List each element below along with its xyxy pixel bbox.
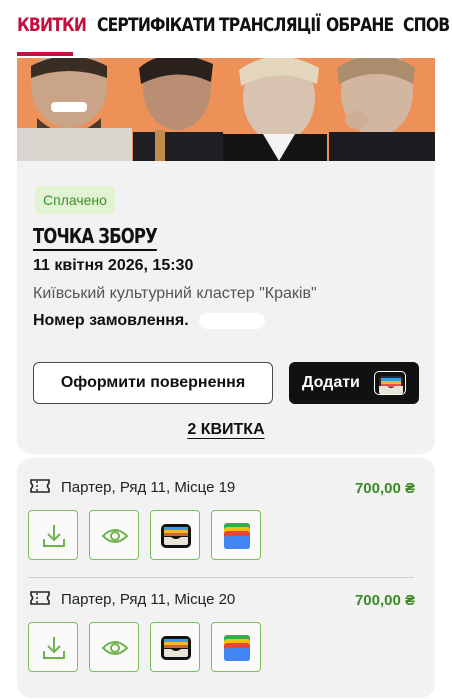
event-card: Сплачено ТОЧКА ЗБОРУ 11 квітня 2026, 15:… <box>17 58 435 454</box>
event-title[interactable]: ТОЧКА ЗБОРУ <box>33 224 158 251</box>
event-venue: Київський культурний кластер "Краків" <box>33 285 317 302</box>
apple-wallet-icon <box>374 371 406 395</box>
download-icon <box>43 525 65 547</box>
tickets-list: Партер, Ряд 11, Місце 19 700,00 ₴ Партер… <box>17 458 435 698</box>
apple-wallet-button[interactable] <box>150 510 200 560</box>
active-tab-indicator <box>17 52 73 56</box>
google-wallet-button[interactable] <box>211 510 261 560</box>
ticket-row: Партер, Ряд 11, Місце 20 700,00 ₴ <box>17 570 435 680</box>
tab-certificates[interactable]: СЕРТИФІКАТИ <box>97 14 216 36</box>
eye-icon <box>101 641 129 655</box>
ticket-price: 700,00 ₴ <box>354 592 415 609</box>
return-request-button[interactable]: Оформити повернення <box>33 362 273 404</box>
tab-bar: КВИТКИ СЕРТИФІКАТИ ТРАНСЛЯЦІЇ ОБРАНЕ СПО… <box>0 0 452 58</box>
download-ticket-button[interactable] <box>28 510 78 560</box>
ticket-icon <box>29 478 51 494</box>
apple-wallet-icon <box>161 636 191 660</box>
tab-notifications[interactable]: СПОВ <box>403 14 450 36</box>
ticket-price: 700,00 ₴ <box>354 480 415 497</box>
tickets-count-toggle[interactable]: 2 КВИТКА <box>17 421 435 439</box>
eye-icon <box>101 529 129 543</box>
ticket-seat: Партер, Ряд 11, Місце 20 <box>61 591 236 608</box>
ticket-row: Партер, Ряд 11, Місце 19 700,00 ₴ <box>17 458 435 568</box>
google-wallet-icon <box>224 523 250 549</box>
google-wallet-button[interactable] <box>211 622 261 672</box>
add-to-wallet-label: Додати <box>302 374 360 391</box>
download-ticket-button[interactable] <box>28 622 78 672</box>
apple-wallet-icon <box>161 524 191 548</box>
card-perforation <box>17 456 435 458</box>
order-number-redacted <box>199 313 265 329</box>
apple-wallet-button[interactable] <box>150 622 200 672</box>
add-to-wallet-button[interactable]: Додати <box>289 362 419 404</box>
download-icon <box>43 637 65 659</box>
google-wallet-icon <box>224 635 250 661</box>
ticket-icon <box>29 590 51 606</box>
order-number-label: Номер замовлення. <box>33 312 189 329</box>
view-ticket-button[interactable] <box>89 622 139 672</box>
event-date: 11 квітня 2026, 15:30 <box>33 257 194 274</box>
tab-tickets[interactable]: КВИТКИ <box>17 14 87 36</box>
view-ticket-button[interactable] <box>89 510 139 560</box>
ticket-seat: Партер, Ряд 11, Місце 19 <box>61 479 236 496</box>
tab-favorites[interactable]: ОБРАНЕ <box>326 14 394 36</box>
payment-status-badge: Сплачено <box>35 186 115 214</box>
tab-broadcasts[interactable]: ТРАНСЛЯЦІЇ <box>219 14 321 36</box>
event-banner-image <box>17 58 435 161</box>
